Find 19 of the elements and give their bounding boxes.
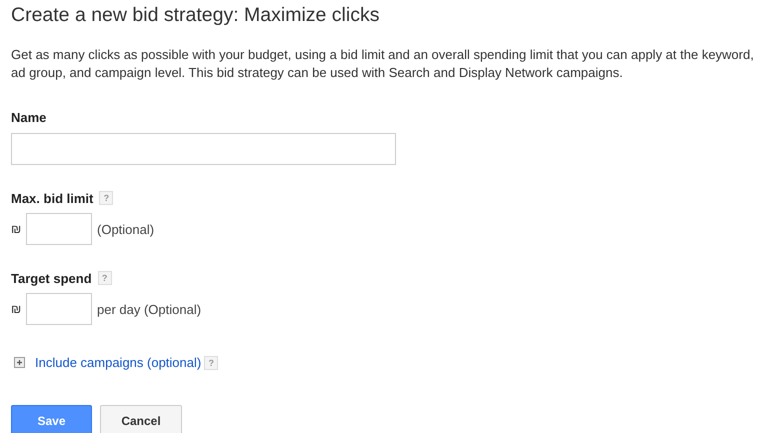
field-label: Max. bid limit: [11, 190, 94, 206]
field-hint: (Optional): [97, 222, 154, 236]
expand-icon[interactable]: [14, 357, 25, 368]
button[interactable]: Cancel: [100, 405, 182, 433]
field-hint: per day (Optional): [97, 302, 202, 316]
field-label: Name: [11, 110, 46, 124]
input-field[interactable]: [11, 133, 396, 165]
include-campaigns-link[interactable]: Include campaigns (optional): [35, 355, 202, 370]
help-icon[interactable]: ?: [99, 191, 114, 205]
input-field[interactable]: [26, 293, 92, 325]
help-icon[interactable]: ?: [98, 271, 112, 285]
currency-symbol: ₪: [11, 302, 22, 316]
help-icon[interactable]: ?: [204, 356, 218, 370]
description-text: Get as many clicks as possible with your budget, using a bid limit and an overall spending limit that you can apply at the keyword, ad group, and campaign level. This bid strategy can be used with Search and Display Network campaigns.: [11, 46, 755, 82]
page-title: Create a new bid strategy: Maximize clicks: [11, 3, 380, 27]
field-label: Target spend: [11, 270, 92, 286]
input-field[interactable]: [26, 213, 92, 245]
button[interactable]: Save: [11, 405, 92, 433]
currency-symbol: ₪: [11, 222, 22, 236]
